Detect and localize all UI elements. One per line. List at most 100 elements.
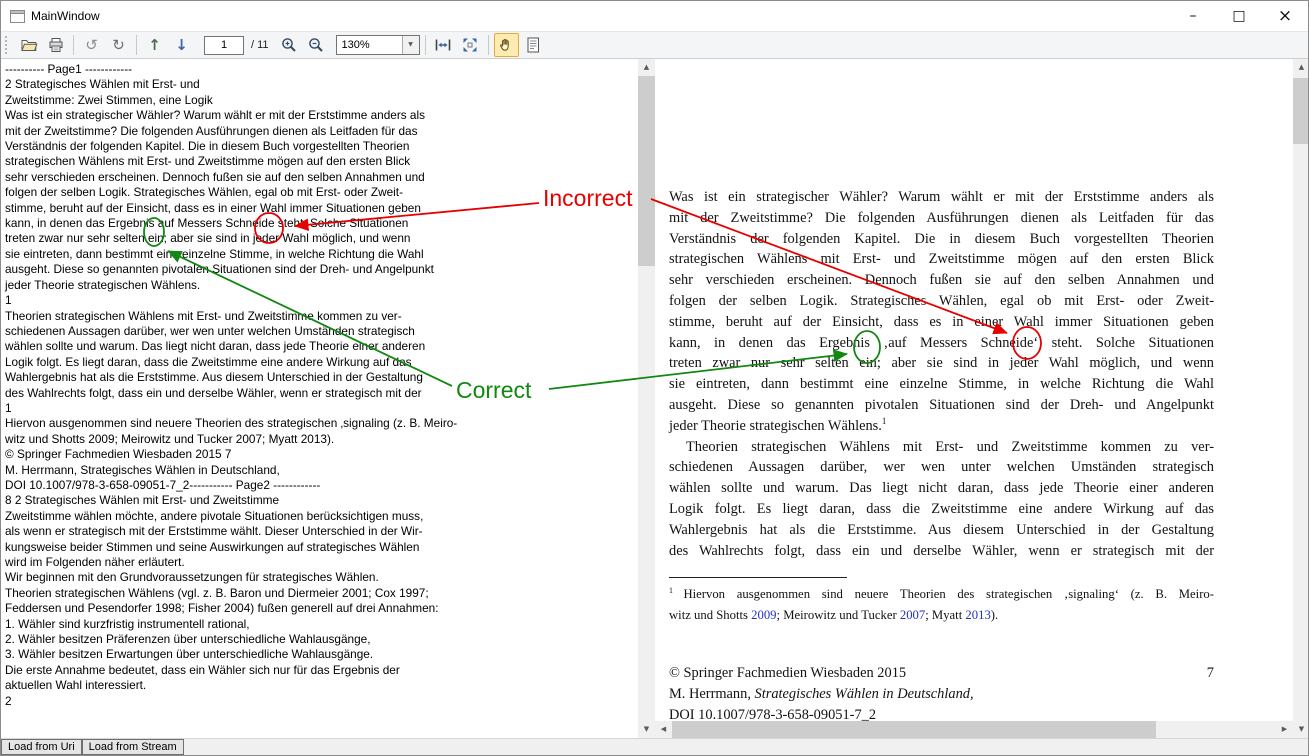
scrollbar-thumb[interactable] [1293, 78, 1308, 144]
text-line: Die erste Annahme bedeutet, dass ein Wäh… [5, 662, 400, 677]
zoom-combobox[interactable]: 130% ▼ [335, 35, 420, 55]
printer-icon [49, 38, 62, 52]
text-segment: Hiervon ausgenommen sind neuere Theorien… [683, 587, 1215, 602]
text-line: Theorien strategischen Wählens (vgl. z. … [5, 585, 429, 600]
text-segment: witz und Shotts [669, 607, 752, 622]
fit-width-icon [435, 39, 451, 51]
zoom-in-icon [282, 38, 296, 52]
text-line: 1 [5, 400, 12, 415]
text-line: wählen sollte und warum. Das liegt nicht… [669, 480, 1214, 497]
scroll-up-button[interactable]: ▲ [1293, 59, 1308, 76]
load-from-stream-button[interactable]: Load from Stream [81, 739, 184, 755]
scroll-right-button[interactable]: ▶ [1276, 721, 1293, 738]
left-panel-scrollbar: ▲ ▼ [638, 59, 655, 738]
text-line: 3. Wähler besitzen Erwartungen über unte… [5, 647, 374, 662]
hand-icon [500, 38, 509, 51]
text-line: Wir beginnen mit den Grundvoraussetzunge… [5, 570, 379, 585]
pdf-paragraph: Was ist ein strategischer Wähler? Warum … [669, 187, 1214, 437]
triangle-up-icon: ▲ [1298, 63, 1305, 71]
text-line: wird im Folgenden näher erläutert. [5, 555, 185, 569]
citation-link[interactable]: 2007 [900, 608, 925, 622]
scrollbar-track[interactable] [638, 76, 655, 721]
minimize-button[interactable]: – [1170, 1, 1216, 31]
text-line: Zweitstimme: Zwei Stimmen, eine Logik [5, 92, 213, 107]
horizontal-scrollbar: ◀ ▶ [655, 721, 1293, 738]
copyright-line: © Springer Fachmedien Wiesbaden 2015 [669, 665, 907, 682]
text-line: stimme, beruht auf der Einsicht, dass es… [669, 313, 1214, 330]
fit-width-button[interactable] [431, 33, 456, 57]
main-window: MainWindow – □ × ↺ ↻ ↑ ↓ 1 / 11 130% ▼ -… [0, 0, 1309, 756]
scrollbar-thumb[interactable] [638, 76, 655, 266]
text-line: kann, in denen das Ergebnis ‚auf Messers… [669, 334, 1214, 351]
text-line: Verständnis der folgenden Kapitel. Die i… [5, 139, 410, 154]
redo-button[interactable]: ↻ [106, 33, 131, 57]
imprint-block: © Springer Fachmedien Wiesbaden 2015 7 M… [669, 663, 1214, 721]
citation-link[interactable]: 2013 [965, 608, 990, 622]
text-line: Was ist ein strategischer Wähler? Warum … [5, 108, 425, 123]
load-from-uri-button[interactable]: Load from Uri [1, 739, 82, 755]
text-line: witz und Shotts 2009; Meirowitz und Tuck… [5, 431, 335, 446]
text-line: Zweitstimme wählen möchte, andere pivota… [5, 508, 424, 523]
scroll-down-button[interactable]: ▼ [1293, 721, 1308, 738]
print-button[interactable] [43, 33, 68, 57]
scrollbar-thumb[interactable] [672, 721, 1156, 738]
text-select-button[interactable] [521, 33, 546, 57]
app-window-icon [10, 9, 25, 23]
text-line: Was ist ein strategischer Wähler? Warum … [669, 189, 1214, 205]
text-line: kungsweise beider Stimmen und seine Ausw… [5, 539, 420, 554]
close-button[interactable]: × [1262, 1, 1308, 31]
text-line: M. Herrmann, Strategisches Wählen in Deu… [669, 684, 1214, 705]
open-file-button[interactable] [16, 33, 41, 57]
scroll-up-button[interactable]: ▲ [638, 59, 655, 76]
triangle-up-icon: ▲ [643, 63, 650, 71]
text-line: 2. Wähler besitzen Präferenzen über unte… [5, 632, 371, 647]
text-line: 1. Wähler sind kurzfristig instrumentell… [5, 616, 250, 631]
toolbar-grip[interactable] [5, 36, 11, 54]
text-segment: Strategisches Wählen in Deutschland, [754, 686, 974, 703]
text-line: strategischen Wählens mit Erst- und Zwei… [669, 251, 1214, 268]
text-line: 1 Hiervon ausgenommen sind neuere Theori… [669, 584, 1214, 605]
extracted-text-panel: ---------- Page1 ------------ 2 Strategis… [1, 59, 638, 738]
previous-page-button[interactable]: ↑ [142, 33, 167, 57]
redo-icon: ↻ [112, 35, 125, 54]
pdf-page-panel: Was ist ein strategischer Wähler? Warum … [655, 59, 1293, 721]
text-line: strategischen Wählens mit Erst- und Zwei… [5, 154, 411, 169]
text-line: M. Herrmann, Strategisches Wählen in Deu… [5, 462, 280, 477]
zoom-in-button[interactable] [277, 33, 302, 57]
text-line: Logik folgt. Es liegt daran, dass die Zw… [669, 500, 1214, 517]
hand-tool-button[interactable] [493, 33, 519, 57]
app-icon[interactable] [10, 9, 25, 23]
zoom-out-button[interactable] [304, 33, 329, 57]
zoom-value: 130% [341, 39, 370, 51]
next-page-button[interactable]: ↓ [169, 33, 194, 57]
zoom-dropdown-button[interactable]: ▼ [401, 36, 419, 54]
text-segment: ). [990, 607, 999, 622]
fit-page-button[interactable] [458, 33, 483, 57]
open-folder-icon [20, 40, 38, 51]
doi-line: DOI 10.1007/978-3-658-09051-7_2 [669, 706, 877, 721]
toolbar-separator [487, 35, 489, 55]
triangle-right-icon: ▶ [1281, 725, 1288, 733]
text-page-icon [527, 37, 540, 53]
scrollbar-track[interactable] [672, 721, 1276, 738]
extracted-text: ---------- Page1 ------------ 2 Strategis… [5, 62, 457, 709]
citation-link[interactable]: 2009 [751, 608, 776, 622]
maximize-button[interactable]: □ [1216, 1, 1262, 31]
text-line: 2 Strategisches Wählen mit Erst- und [5, 77, 200, 92]
scroll-left-button[interactable]: ◀ [655, 721, 672, 738]
pdf-paragraph: Theorien strategischen Wählens mit Erst-… [669, 437, 1214, 562]
text-line: sie eintreten, dann bestimmt eine einzel… [5, 246, 424, 261]
text-line: Hiervon ausgenommen sind neuere Theorien… [5, 416, 458, 431]
window-title: MainWindow [31, 9, 100, 23]
undo-button[interactable]: ↺ [79, 33, 104, 57]
page-number-input[interactable] [204, 35, 244, 55]
scrollbar-track[interactable] [1293, 76, 1308, 721]
triangle-down-icon: ▼ [1298, 725, 1305, 733]
undo-icon: ↺ [85, 35, 98, 54]
page-number: 7 [1206, 665, 1214, 682]
text-line: jeder Theorie strategischen Wählens.1 [669, 416, 1214, 437]
text-line: ausgeht. Diese so genannten pivotalen Si… [669, 396, 1214, 413]
text-line: treten zwar nur sehr selten ein; aber si… [5, 231, 411, 246]
text-line: 1 [5, 293, 12, 308]
scroll-down-button[interactable]: ▼ [638, 721, 655, 738]
